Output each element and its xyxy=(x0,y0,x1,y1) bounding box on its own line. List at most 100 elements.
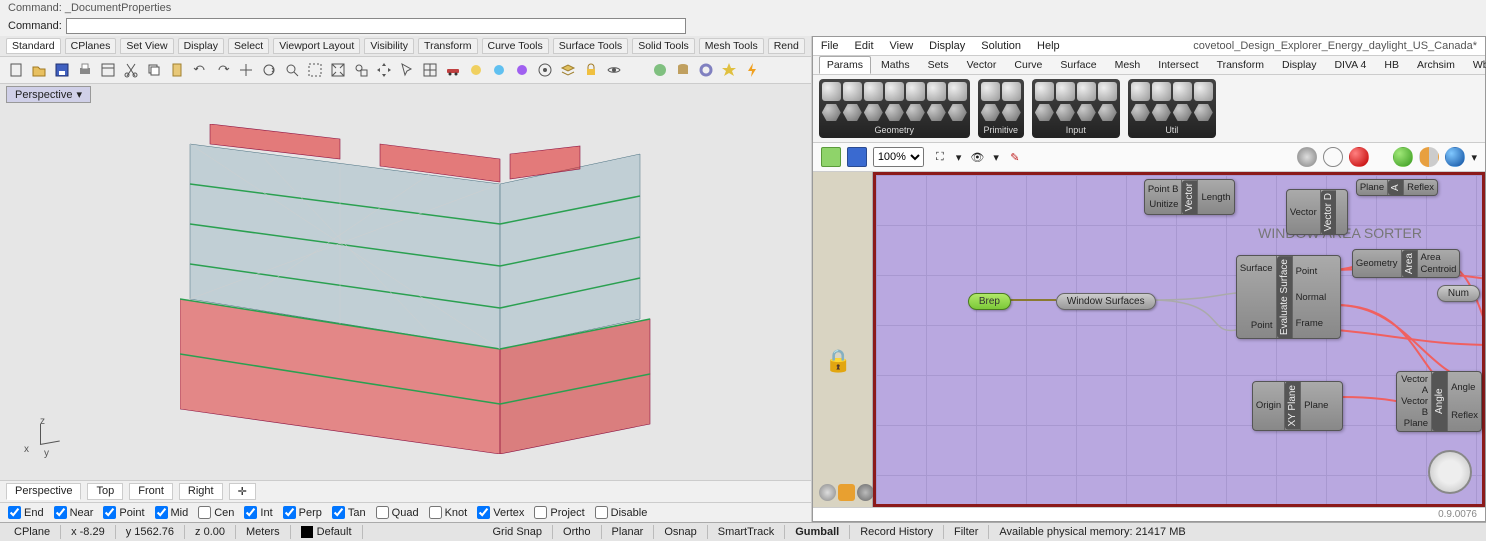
gh-tab-maths[interactable]: Maths xyxy=(873,56,918,74)
osnap-point[interactable]: Point xyxy=(103,506,144,519)
status-layer[interactable]: Default xyxy=(291,525,363,539)
shelf-component-icon[interactable] xyxy=(948,103,967,122)
blue-sphere-icon[interactable] xyxy=(1445,147,1465,167)
status-cplane[interactable]: CPlane xyxy=(4,525,61,539)
osnap-disable[interactable]: Disable xyxy=(595,506,648,519)
shelf-component-icon[interactable] xyxy=(1077,82,1096,101)
shelf-component-icon[interactable] xyxy=(927,103,946,122)
shelf-component-icon[interactable] xyxy=(1098,82,1117,101)
gh-tab-params[interactable]: Params xyxy=(819,56,871,74)
shelf-component-icon[interactable] xyxy=(1194,82,1213,101)
pan-icon[interactable] xyxy=(236,60,256,80)
shelf-component-icon[interactable] xyxy=(1194,103,1213,122)
gh-canvas-surface[interactable]: WINDOW AREA SORTER Point BUnitizeVectorL… xyxy=(873,172,1485,507)
shelf-component-icon[interactable] xyxy=(1173,103,1192,122)
tab-curve-tools[interactable]: Curve Tools xyxy=(482,38,549,54)
osnap-mid[interactable]: Mid xyxy=(155,506,189,519)
shelf-component-icon[interactable] xyxy=(822,82,841,101)
shelf-component-icon[interactable] xyxy=(1098,103,1117,122)
gh-tab-surface[interactable]: Surface xyxy=(1052,56,1104,74)
shelf-component-icon[interactable] xyxy=(1002,82,1021,101)
select-icon[interactable] xyxy=(397,60,417,80)
cyl-icon[interactable] xyxy=(673,60,693,80)
node-angle[interactable]: Vector AVector BPlane Angle AngleReflex xyxy=(1396,371,1482,432)
shelf-component-icon[interactable] xyxy=(1152,82,1171,101)
osnap-end[interactable]: End xyxy=(8,506,44,519)
shelf-component-icon[interactable] xyxy=(885,103,904,122)
status-toggle-osnap[interactable]: Osnap xyxy=(654,525,707,539)
shelf-component-icon[interactable] xyxy=(1035,103,1054,122)
panel-orange-icon[interactable] xyxy=(838,484,855,501)
gh-tab-intersect[interactable]: Intersect xyxy=(1150,56,1206,74)
status-z[interactable]: z 0.00 xyxy=(185,525,236,539)
green-sphere-icon[interactable] xyxy=(1393,147,1413,167)
preview-icon[interactable]: 👁 xyxy=(967,147,987,167)
gh-menu-edit[interactable]: Edit xyxy=(855,40,874,52)
viewtab-perspective[interactable]: Perspective xyxy=(6,483,81,500)
cut-icon[interactable] xyxy=(121,60,141,80)
compass-icon[interactable] xyxy=(1428,450,1472,494)
spot3-icon[interactable] xyxy=(512,60,532,80)
gh-menu-view[interactable]: View xyxy=(890,40,914,52)
tab-set-view[interactable]: Set View xyxy=(120,38,173,54)
sketch-icon[interactable]: ✎ xyxy=(1005,147,1025,167)
brep-param[interactable]: Brep xyxy=(968,293,1011,310)
gh-menu-display[interactable]: Display xyxy=(929,40,965,52)
viewport-title-tab[interactable]: Perspective ▾ xyxy=(6,86,91,103)
status-units[interactable]: Meters xyxy=(236,525,291,539)
shelf-component-icon[interactable] xyxy=(1131,103,1150,122)
gh-menu-help[interactable]: Help xyxy=(1037,40,1060,52)
viewtab-front[interactable]: Front xyxy=(129,483,173,500)
tab-solid-tools[interactable]: Solid Tools xyxy=(632,38,695,54)
shelf-component-icon[interactable] xyxy=(1077,103,1096,122)
node-evaluate-surface[interactable]: SurfacePoint Evaluate Surface PointNorma… xyxy=(1236,255,1341,339)
half-sphere-icon[interactable] xyxy=(1419,147,1439,167)
osnap-cen[interactable]: Cen xyxy=(198,506,234,519)
shelf-component-icon[interactable] xyxy=(822,103,841,122)
zoom-sel-icon[interactable] xyxy=(351,60,371,80)
command-input[interactable] xyxy=(66,18,686,34)
status-toggle-smarttrack[interactable]: SmartTrack xyxy=(708,525,785,539)
hide-icon[interactable] xyxy=(604,60,624,80)
gh-tab-transform[interactable]: Transform xyxy=(1209,56,1272,74)
num-param[interactable]: Num xyxy=(1437,285,1480,302)
gh-menu-file[interactable]: File xyxy=(821,40,839,52)
zoom-extents-icon[interactable] xyxy=(328,60,348,80)
shelf-component-icon[interactable] xyxy=(864,103,883,122)
osnap-quad[interactable]: Quad xyxy=(376,506,419,519)
node-angle-top[interactable]: A xyxy=(1388,180,1403,195)
shelf-component-icon[interactable] xyxy=(927,82,946,101)
shelf-component-icon[interactable] xyxy=(843,103,862,122)
star-icon[interactable] xyxy=(719,60,739,80)
node-area[interactable]: Geometry Area AreaCentroid xyxy=(1352,249,1461,278)
dropdown-arrow-icon[interactable]: ▾ xyxy=(956,151,962,164)
tab-rend[interactable]: Rend xyxy=(768,38,805,54)
status-toggle-ortho[interactable]: Ortho xyxy=(553,525,602,539)
osnap-project[interactable]: Project xyxy=(534,506,584,519)
add-view-icon[interactable]: ✛ xyxy=(229,483,256,500)
shelf-component-icon[interactable] xyxy=(1056,82,1075,101)
shelf-component-icon[interactable] xyxy=(906,103,925,122)
tab-visibility[interactable]: Visibility xyxy=(364,38,414,54)
gh-tab-archsim[interactable]: Archsim xyxy=(1409,56,1463,74)
save-icon[interactable] xyxy=(52,60,72,80)
shelf-component-icon[interactable] xyxy=(843,82,862,101)
status-toggle-record-history[interactable]: Record History xyxy=(850,525,944,539)
gh-tab-mesh[interactable]: Mesh xyxy=(1107,56,1149,74)
gh-tab-vector[interactable]: Vector xyxy=(959,56,1005,74)
car-icon[interactable] xyxy=(443,60,463,80)
node-vector[interactable]: Vector xyxy=(1182,180,1197,214)
move-icon[interactable] xyxy=(374,60,394,80)
shelf-component-icon[interactable] xyxy=(885,82,904,101)
status-toggle-grid-snap[interactable]: Grid Snap xyxy=(483,525,554,539)
gh-canvas[interactable]: 🔒 xyxy=(813,172,1485,507)
spot2-icon[interactable] xyxy=(489,60,509,80)
lock2-icon[interactable] xyxy=(581,60,601,80)
osnap-int[interactable]: Int xyxy=(244,506,272,519)
gh-tab-hb[interactable]: HB xyxy=(1376,56,1407,74)
shelf-component-icon[interactable] xyxy=(1056,103,1075,122)
paste-icon[interactable] xyxy=(167,60,187,80)
dropdown-arrow-icon[interactable]: ▾ xyxy=(993,151,999,164)
panel-gray-icon[interactable] xyxy=(857,484,874,501)
render-icon[interactable] xyxy=(535,60,555,80)
